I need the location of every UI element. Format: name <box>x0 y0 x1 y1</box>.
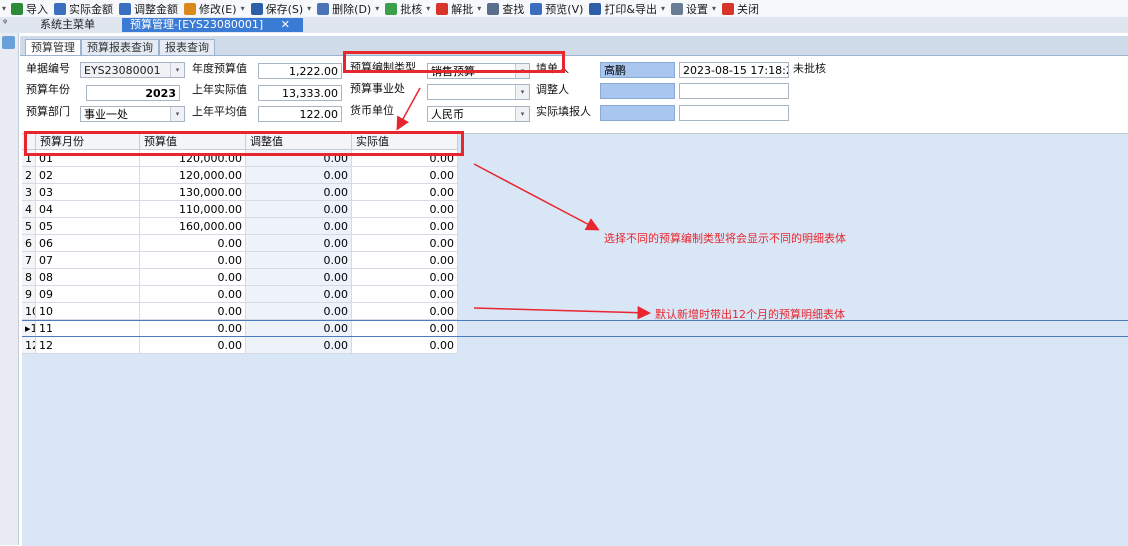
arrow-type-to-grid <box>396 87 421 131</box>
annotation-note-detail-body: 选择不同的预算编制类型将会显示不同的明细表体 <box>604 232 846 245</box>
annotation-note-twelve-months: 默认新增时带出12个月的预算明细表体 <box>655 308 845 321</box>
annotation-arrows <box>396 87 651 320</box>
arrow-grid-to-note1 <box>473 163 600 231</box>
arrow-rows-to-note2 <box>473 305 651 320</box>
